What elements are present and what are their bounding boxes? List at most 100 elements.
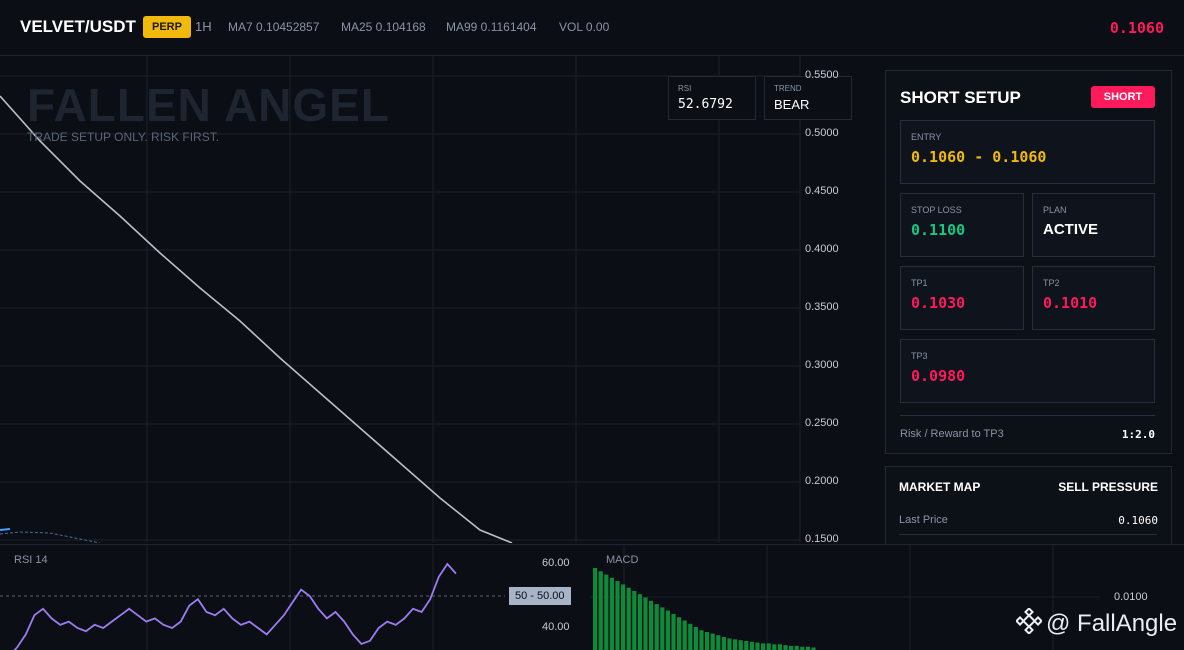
divider xyxy=(899,534,1157,535)
ma7-stat: MA7 0.10452857 xyxy=(228,20,319,34)
macd-bar xyxy=(795,646,799,650)
ma-line xyxy=(0,532,100,543)
rsi-line xyxy=(0,564,456,650)
macd-bar xyxy=(694,627,698,650)
macd-bar xyxy=(660,607,664,650)
y-axis-tick: 0.4500 xyxy=(805,185,839,197)
macd-bar xyxy=(772,644,776,650)
entry-label: ENTRY xyxy=(911,132,941,142)
tp1-box: TP1 0.1030 xyxy=(900,266,1024,330)
macd-bar xyxy=(666,611,670,650)
ma99-stat: MA99 0.1161404 xyxy=(446,20,537,34)
short-setup-panel: SHORT SETUP SHORT ENTRY 0.1060 - 0.1060 … xyxy=(885,70,1172,454)
risk-reward-label: Risk / Reward to TP3 xyxy=(900,428,1004,440)
rsi-canvas[interactable] xyxy=(0,545,590,650)
macd-bar xyxy=(632,591,636,650)
macd-bar xyxy=(643,598,647,650)
rsi-tick-40: 40.00 xyxy=(542,621,570,633)
ma-line-short xyxy=(0,529,10,530)
y-axis-tick: 0.5500 xyxy=(805,69,839,81)
macd-bar xyxy=(767,643,771,650)
brand-text: @ FallAngle xyxy=(1046,610,1177,637)
trend-card: TREND BEAR xyxy=(764,76,852,120)
y-axis-tick: 0.2500 xyxy=(805,417,839,429)
macd-bar xyxy=(615,581,619,650)
risk-reward-row: Risk / Reward to TP3 1:2.0 xyxy=(900,415,1155,416)
plan-label: PLAN xyxy=(1043,205,1067,215)
macd-bar xyxy=(593,568,597,650)
market-map-last-price-value: 0.1060 xyxy=(1118,514,1158,527)
macd-bar xyxy=(699,630,703,650)
tp2-value: 0.1010 xyxy=(1043,294,1097,312)
trend-card-label: TREND xyxy=(774,84,802,93)
tp1-value: 0.1030 xyxy=(911,294,965,312)
plan-box: PLAN ACTIVE xyxy=(1032,193,1155,257)
top-bar: VELVET/USDT PERP 1H MA7 0.10452857 MA25 … xyxy=(0,0,1184,56)
rsi-title: RSI 14 xyxy=(14,554,48,566)
macd-bar xyxy=(727,639,731,650)
tp3-label: TP3 xyxy=(911,351,928,361)
macd-bar xyxy=(604,575,608,650)
plan-value: ACTIVE xyxy=(1043,221,1098,238)
price-chart[interactable]: FALLEN ANGEL TRADE SETUP ONLY. RISK FIRS… xyxy=(0,56,868,543)
macd-bar xyxy=(716,635,720,650)
macd-title: MACD xyxy=(606,554,638,566)
y-axis-tick: 0.3500 xyxy=(805,301,839,313)
ma25-stat: MA25 0.104168 xyxy=(341,20,426,34)
market-map-title: MARKET MAP xyxy=(899,480,980,494)
rsi-card-label: RSI xyxy=(678,84,691,93)
volume-stat: VOL 0.00 xyxy=(559,20,609,34)
macd-bar xyxy=(671,614,675,650)
tp1-label: TP1 xyxy=(911,278,928,288)
stop-loss-value: 0.1100 xyxy=(911,221,965,239)
macd-bar xyxy=(610,578,614,650)
last-price: 0.1060 xyxy=(1110,19,1164,37)
y-axis-tick: 0.2000 xyxy=(805,475,839,487)
tp2-label: TP2 xyxy=(1043,278,1060,288)
entry-box: ENTRY 0.1060 - 0.1060 xyxy=(900,120,1155,184)
macd-bar xyxy=(655,604,659,650)
rsi-tick-60: 60.00 xyxy=(542,557,570,569)
pair-title[interactable]: VELVET/USDT xyxy=(20,17,136,37)
macd-bar xyxy=(722,637,726,650)
perp-badge: PERP xyxy=(143,16,191,38)
macd-histogram xyxy=(593,568,816,650)
macd-bar xyxy=(688,624,692,650)
macd-bar xyxy=(783,645,787,650)
timeframe-selector[interactable]: 1H xyxy=(195,19,212,34)
stop-loss-label: STOP LOSS xyxy=(911,205,962,215)
rsi-level-tag: 50 - 50.00 xyxy=(509,587,571,605)
macd-bar xyxy=(621,584,625,650)
risk-reward-value: 1:2.0 xyxy=(1122,428,1155,441)
y-axis-tick: 0.3000 xyxy=(805,359,839,371)
macd-bar xyxy=(599,571,603,650)
macd-bar xyxy=(711,634,715,650)
macd-bar xyxy=(627,588,631,650)
rsi-pane[interactable]: RSI 14 60.00 40.00 50 - 50.00 xyxy=(0,544,590,650)
entry-value: 0.1060 - 0.1060 xyxy=(911,148,1046,166)
macd-bar xyxy=(761,643,765,650)
brand-watermark: @ FallAngle xyxy=(1016,608,1177,641)
macd-bar xyxy=(638,594,642,650)
rsi-card: RSI 52.6792 xyxy=(668,76,756,120)
macd-bar xyxy=(789,646,793,650)
macd-bar xyxy=(778,644,782,650)
macd-bar xyxy=(733,639,737,650)
tp3-value: 0.0980 xyxy=(911,367,965,385)
chart-watermark: FALLEN ANGEL xyxy=(27,78,390,132)
macd-tick: 0.0100 xyxy=(1114,591,1148,603)
y-axis-tick: 0.1500 xyxy=(805,533,839,543)
y-axis-tick: 0.5000 xyxy=(805,127,839,139)
trend-card-value: BEAR xyxy=(774,97,809,112)
y-axis-tick: 0.4000 xyxy=(805,243,839,255)
setup-title: SHORT SETUP xyxy=(900,88,1021,108)
tp2-box: TP2 0.1010 xyxy=(1032,266,1155,330)
binance-logo-icon xyxy=(1016,608,1042,641)
stop-loss-box: STOP LOSS 0.1100 xyxy=(900,193,1024,257)
short-button[interactable]: SHORT xyxy=(1091,86,1155,108)
macd-bar xyxy=(683,621,687,650)
market-map-last-price-label: Last Price xyxy=(899,514,948,526)
tp3-box: TP3 0.0980 xyxy=(900,339,1155,403)
macd-bar xyxy=(649,601,653,650)
price-line xyxy=(0,96,512,543)
